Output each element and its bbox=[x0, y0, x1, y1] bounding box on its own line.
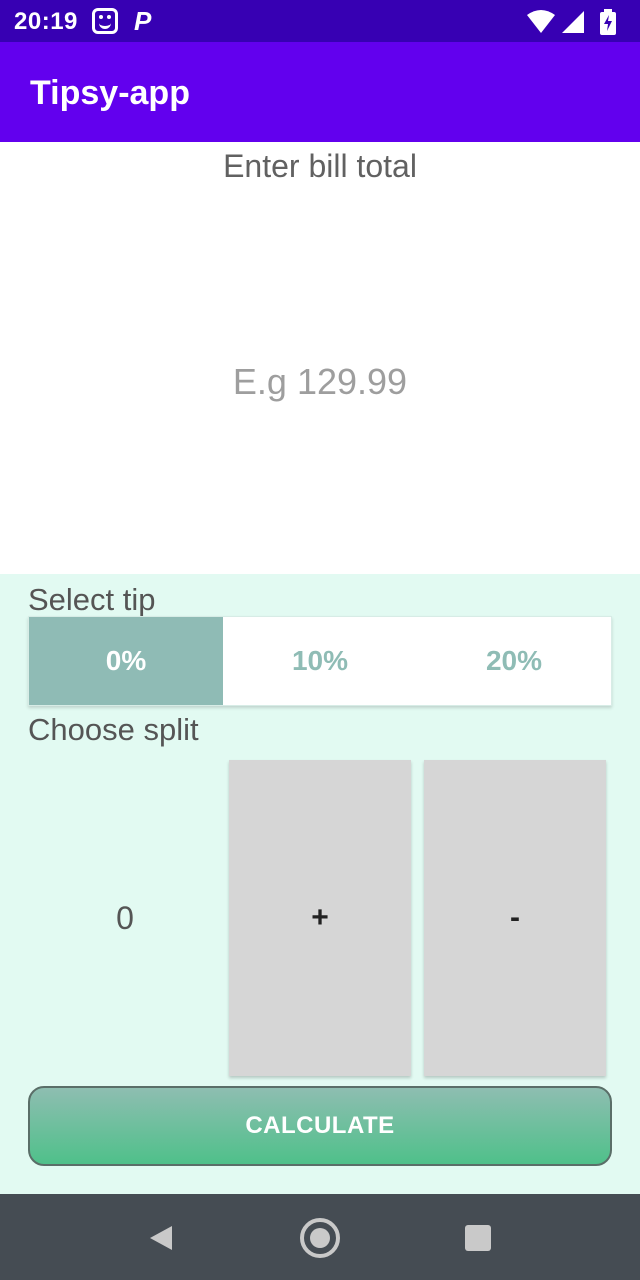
navigation-bar bbox=[0, 1194, 640, 1280]
back-icon[interactable] bbox=[148, 1224, 174, 1252]
battery-charging-icon bbox=[600, 9, 616, 35]
bill-section: Enter bill total bbox=[0, 142, 640, 574]
smiley-icon bbox=[92, 8, 118, 34]
app-title: Tipsy-app bbox=[30, 74, 190, 112]
calculate-button[interactable]: CALCULATE bbox=[28, 1086, 612, 1166]
split-decrement-button[interactable]: - bbox=[424, 760, 606, 1076]
status-bar: 20:19 P bbox=[0, 0, 640, 42]
split-count: 0 bbox=[116, 899, 134, 936]
choose-split-label: Choose split bbox=[28, 712, 199, 747]
wifi-icon bbox=[527, 10, 555, 33]
split-increment-button[interactable]: + bbox=[229, 760, 411, 1076]
tip-split-panel: Select tip 0% 10% 20% Choose split 0 + -… bbox=[0, 574, 640, 1194]
system-icons bbox=[526, 9, 626, 35]
tip-selector: 0% 10% 20% bbox=[28, 616, 612, 706]
p-icon: P bbox=[134, 6, 152, 36]
tip-0-button[interactable]: 0% bbox=[29, 617, 223, 705]
bill-total-label: Enter bill total bbox=[223, 148, 417, 184]
app-bar: Tipsy-app bbox=[0, 42, 640, 142]
recents-icon[interactable] bbox=[465, 1225, 491, 1251]
home-icon[interactable] bbox=[300, 1218, 340, 1258]
signal-icon bbox=[562, 11, 584, 33]
bill-total-input[interactable] bbox=[0, 352, 640, 412]
tip-10-button[interactable]: 10% bbox=[223, 617, 417, 705]
tip-20-button[interactable]: 20% bbox=[417, 617, 611, 705]
select-tip-label: Select tip bbox=[28, 582, 156, 617]
status-time: 20:19 bbox=[14, 8, 78, 35]
